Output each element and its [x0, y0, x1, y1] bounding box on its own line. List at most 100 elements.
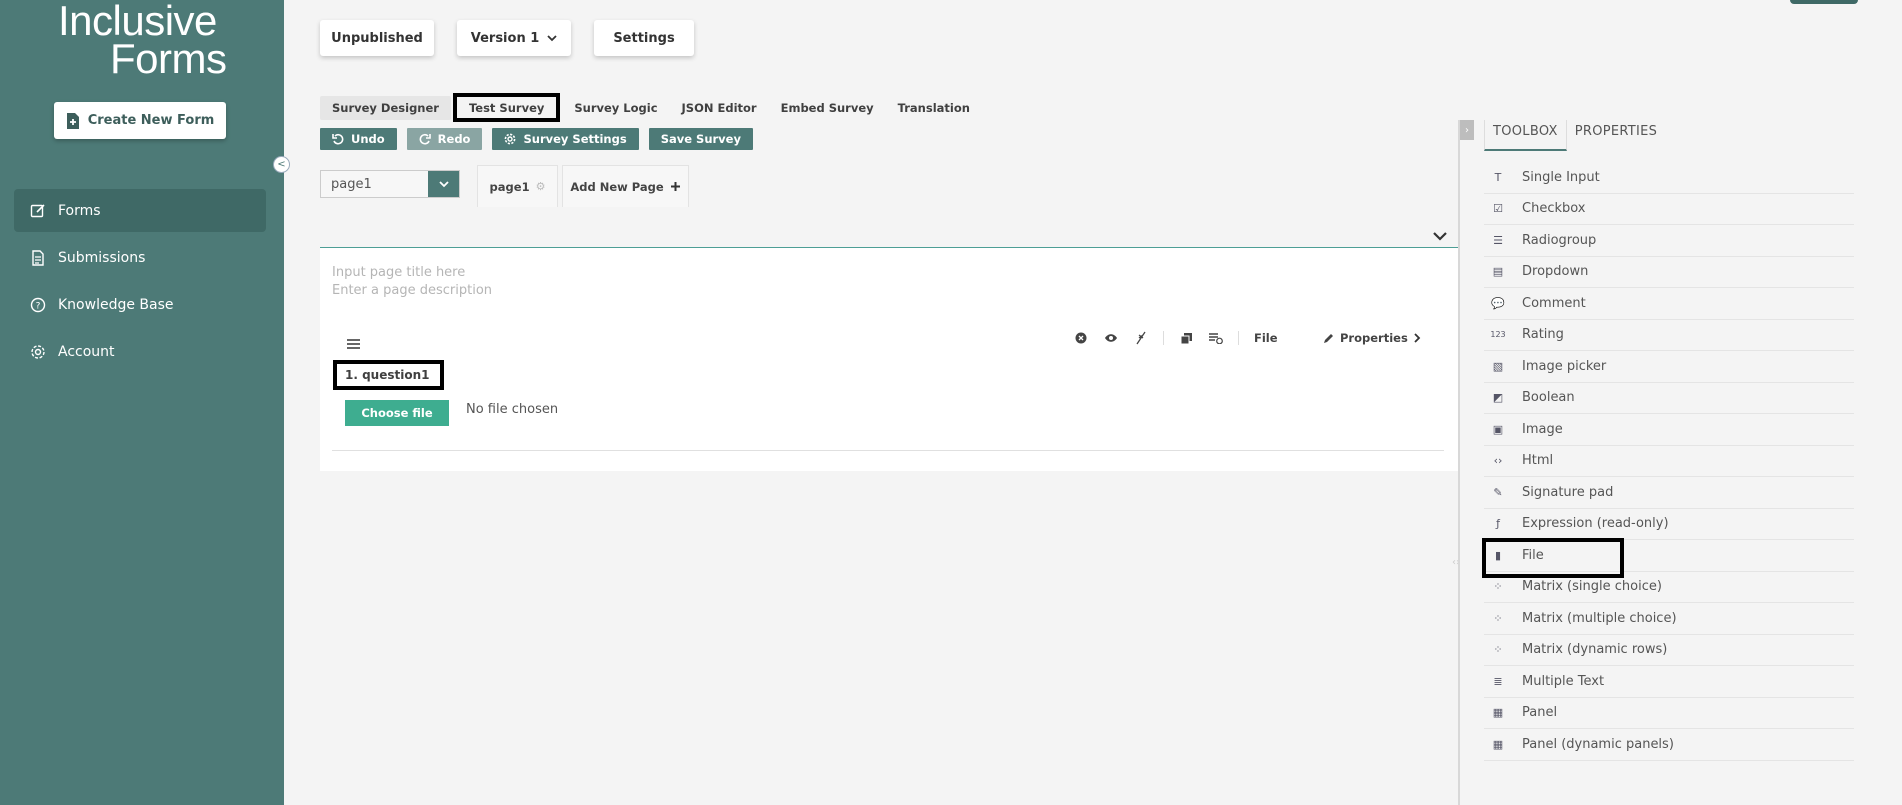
toolbox-item-panel-dynamic[interactable]: ▦ Panel (dynamic panels): [1484, 729, 1854, 761]
dropdown-icon: ▤: [1492, 265, 1504, 279]
checkbox-icon: ☑: [1493, 202, 1503, 216]
undo-button[interactable]: Undo: [320, 128, 397, 150]
right-panel-tabs: TOOLBOX PROPERTIES: [1484, 120, 1665, 151]
toolbox-item-expression[interactable]: ƒ Expression (read-only): [1484, 509, 1854, 540]
eye-icon[interactable]: [1103, 330, 1119, 346]
save-survey-button[interactable]: Save Survey: [648, 128, 753, 150]
file-icon: ▮: [1494, 548, 1502, 562]
toolbox-item-single-input[interactable]: T Single Input: [1484, 162, 1854, 194]
settings-label: Settings: [613, 30, 675, 46]
page-tab-page1[interactable]: page1 ⚙: [477, 165, 558, 207]
matrix-icon: ⁘: [1493, 643, 1503, 657]
tab-test-survey[interactable]: Test Survey: [452, 93, 561, 122]
toggle-panel-icon[interactable]: ›: [1460, 120, 1474, 140]
page-select-arrow[interactable]: [428, 171, 459, 197]
settings-button[interactable]: Settings: [594, 20, 694, 56]
question-actions: [1073, 330, 1239, 346]
collapse-page-chevron-icon[interactable]: [1433, 229, 1447, 245]
multiple-text-icon: ≣: [1493, 674, 1503, 688]
toolbox-item-panel[interactable]: ▦ Panel: [1484, 698, 1854, 729]
tab-survey-logic[interactable]: Survey Logic: [562, 96, 669, 120]
tab-toolbox[interactable]: TOOLBOX: [1484, 120, 1567, 151]
toolbox-item-signature-pad[interactable]: ✎ Signature pad: [1484, 477, 1854, 509]
add-to-toolbox-icon[interactable]: [1208, 330, 1224, 346]
toolbox-item-rating[interactable]: 123 Rating: [1484, 320, 1854, 351]
page-select[interactable]: page1: [320, 170, 460, 198]
question-type-label[interactable]: File: [1254, 331, 1278, 345]
toolbox-item-matrix-multiple[interactable]: ⁘ Matrix (multiple choice): [1484, 603, 1854, 635]
panel-icon: ▦: [1492, 706, 1504, 720]
toolbox-item-file[interactable]: ▮ File: [1482, 538, 1854, 578]
toolbox-item-label: Dropdown: [1522, 264, 1589, 280]
toolbox-item-image-picker[interactable]: ▧ Image picker: [1484, 351, 1854, 383]
create-new-form-label: Create New Form: [87, 113, 215, 128]
toolbox-item-label: Comment: [1522, 295, 1586, 311]
choose-file-button[interactable]: Choose file: [345, 400, 449, 426]
separator: [1238, 331, 1239, 345]
right-panel: › TOOLBOX PROPERTIES T Single Input ☑ Chec…: [1458, 120, 1902, 805]
toolbox-item-label: Panel: [1522, 705, 1558, 721]
boolean-icon: ◩: [1492, 391, 1504, 405]
unpublished-button[interactable]: Unpublished: [320, 20, 434, 56]
sidebar-item-submissions[interactable]: Submissions: [14, 236, 266, 279]
create-new-form-button[interactable]: Create New Form: [54, 102, 226, 139]
chevron-down-icon: [547, 34, 557, 41]
code-icon: ‹›: [1493, 454, 1503, 468]
toolbox-item-dropdown[interactable]: ▤ Dropdown: [1484, 257, 1854, 288]
matrix-icon: ⁘: [1493, 580, 1503, 594]
toolbox-item-matrix-dynamic[interactable]: ⁘ Matrix (dynamic rows): [1484, 635, 1854, 666]
sidebar-item-knowledge-base[interactable]: ? Knowledge Base: [14, 283, 266, 326]
toolbox-item-label: Image: [1522, 421, 1563, 437]
question-properties-button[interactable]: Properties: [1323, 331, 1421, 345]
save-survey-label: Save Survey: [660, 132, 741, 146]
page-description-input[interactable]: Enter a page description: [332, 283, 492, 298]
survey-settings-label: Survey Settings: [523, 132, 627, 146]
logo-line2: Forms: [110, 35, 227, 82]
version-dropdown[interactable]: Version 1: [457, 20, 571, 56]
drag-handle-icon[interactable]: [347, 334, 360, 353]
toolbox-item-image[interactable]: ▣ Image: [1484, 414, 1854, 446]
plus-icon: [670, 182, 680, 191]
page-settings-icon[interactable]: ⚙: [536, 180, 546, 193]
collapse-sidebar-button[interactable]: <: [273, 156, 290, 173]
delete-icon[interactable]: [1073, 330, 1089, 346]
sidebar-item-forms[interactable]: Forms: [14, 189, 266, 232]
text-icon: T: [1494, 170, 1502, 184]
unpublished-label: Unpublished: [331, 30, 423, 46]
question-divider: [332, 450, 1444, 451]
toolbox-item-label: Multiple Text: [1522, 673, 1605, 689]
redo-label: Redo: [437, 132, 471, 146]
inclusive-forms-logo[interactable]: Inclusive Forms: [58, 0, 227, 82]
tab-survey-designer[interactable]: Survey Designer: [320, 95, 451, 120]
toolbox-item-boolean[interactable]: ◩ Boolean: [1484, 383, 1854, 414]
toolbox-item-checkbox[interactable]: ☑ Checkbox: [1484, 194, 1854, 225]
matrix-icon: ⁘: [1493, 611, 1503, 625]
toolbox-item-comment[interactable]: 💬 Comment: [1484, 288, 1854, 320]
properties-label: Properties: [1340, 331, 1408, 345]
toolbox-item-radiogroup[interactable]: ☰ Radiogroup: [1484, 225, 1854, 257]
undo-label: Undo: [351, 132, 385, 146]
tab-json-editor[interactable]: JSON Editor: [670, 96, 769, 120]
sidebar-item-label: Account: [58, 343, 115, 360]
separator: [1163, 331, 1164, 345]
sidebar-item-account[interactable]: Account: [14, 330, 266, 373]
redo-button[interactable]: Redo: [406, 128, 483, 150]
copy-icon[interactable]: [1178, 330, 1194, 346]
tab-embed-survey[interactable]: Embed Survey: [769, 96, 886, 120]
question-title[interactable]: 1. question1: [333, 360, 444, 390]
toolbox-item-multiple-text[interactable]: ≣ Multiple Text: [1484, 666, 1854, 698]
tab-properties[interactable]: PROPERTIES: [1567, 120, 1666, 151]
add-new-page-button[interactable]: Add New Page: [562, 165, 689, 207]
survey-settings-button[interactable]: Survey Settings: [492, 128, 639, 150]
required-icon[interactable]: [1133, 330, 1149, 346]
tab-translation[interactable]: Translation: [886, 96, 982, 120]
toolbox-item-label: Matrix (multiple choice): [1522, 610, 1677, 626]
version-label: Version 1: [470, 30, 540, 46]
page-title-input[interactable]: Input page title here: [332, 265, 465, 280]
top-corner-tab[interactable]: [1790, 0, 1858, 4]
toolbox-item-html[interactable]: ‹› Html: [1484, 446, 1854, 477]
toolbox-item-matrix-single[interactable]: ⁘ Matrix (single choice): [1484, 572, 1854, 603]
toolbox-item-label: Rating: [1522, 327, 1564, 343]
signature-icon: ✎: [1493, 485, 1503, 499]
toolbox-item-label: Html: [1522, 453, 1554, 469]
